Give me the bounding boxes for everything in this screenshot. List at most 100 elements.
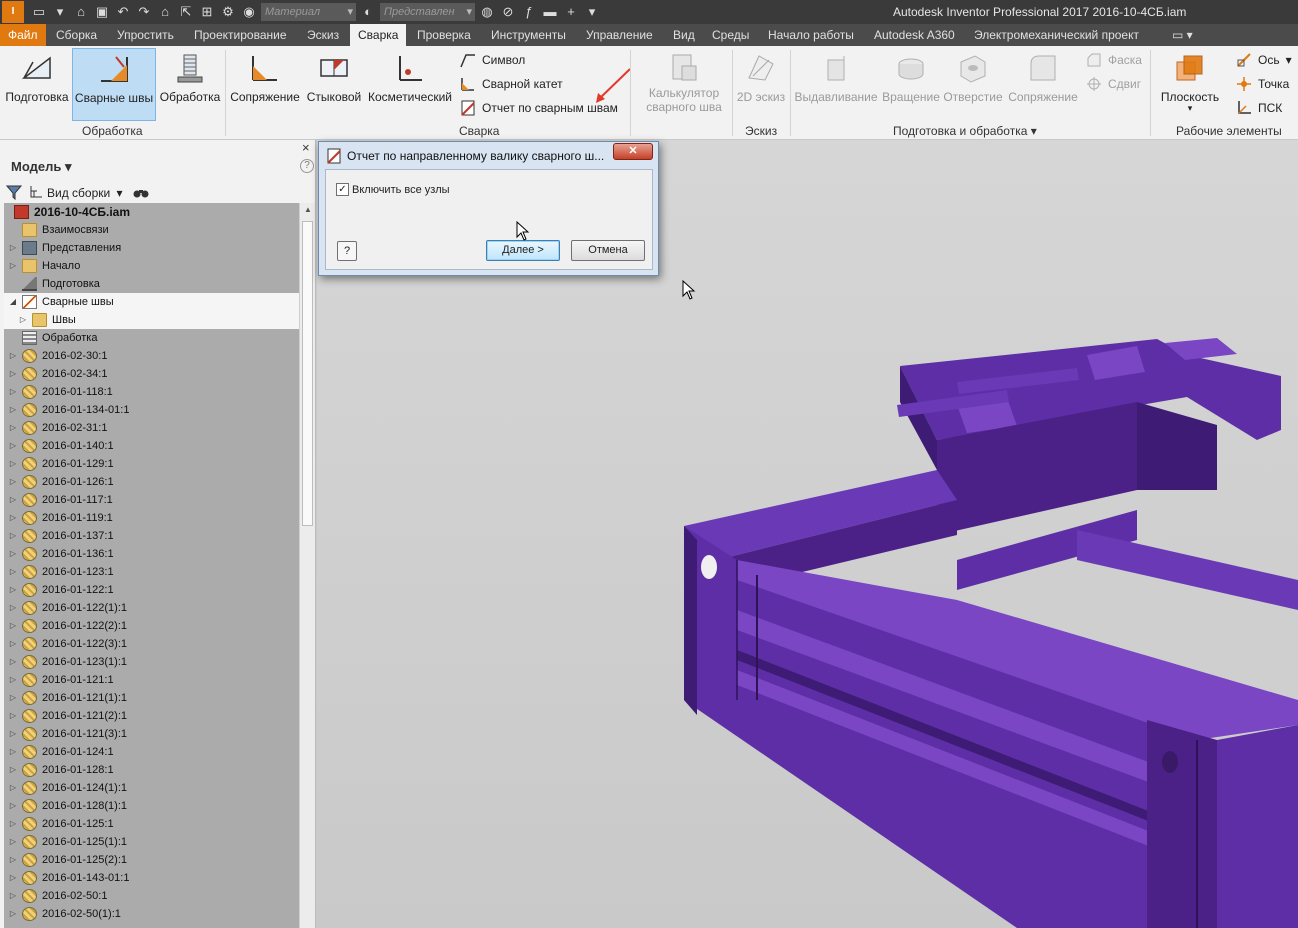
expand-icon[interactable]: ▷ xyxy=(8,869,18,887)
undo-icon[interactable]: ↶ xyxy=(114,3,132,21)
expand-icon[interactable]: ▷ xyxy=(8,509,18,527)
expand-icon[interactable]: ▷ xyxy=(8,365,18,383)
plus-icon[interactable]: + xyxy=(562,3,580,21)
weld-bead-button[interactable]: Сварной катет xyxy=(460,76,563,92)
chevron-down-icon[interactable]: ▾ xyxy=(1031,124,1037,138)
tree-node[interactable]: ▷ 2016-01-125(1):1 xyxy=(4,833,299,851)
scroll-up-icon[interactable]: ▲ xyxy=(300,205,316,214)
expand-icon[interactable]: ▷ xyxy=(8,545,18,563)
expand-icon[interactable]: ▷ xyxy=(8,815,18,833)
tab-electromechanical[interactable]: Электромеханический проект xyxy=(966,24,1147,46)
tab-manage[interactable]: Управление xyxy=(578,24,661,46)
tree-node[interactable]: ▷ 2016-01-123(1):1 xyxy=(4,653,299,671)
tab-weld[interactable]: Сварка xyxy=(350,24,407,46)
scrollbar-thumb[interactable] xyxy=(302,221,313,526)
panel-toggle-icon[interactable]: ▭ ▾ xyxy=(1164,24,1201,46)
select-icon[interactable]: ⇱ xyxy=(177,3,195,21)
cosmetic-weld-button[interactable]: Косметический xyxy=(366,48,454,120)
expand-icon[interactable]: ▷ xyxy=(8,635,18,653)
tab-inspect[interactable]: Проверка xyxy=(409,24,479,46)
tree-node[interactable]: ▷ 2016-02-34:1 xyxy=(4,365,299,383)
expand-icon[interactable]: ▷ xyxy=(8,383,18,401)
dialog-help-button[interactable]: ? xyxy=(337,241,357,261)
tab-environments[interactable]: Среды xyxy=(704,24,757,46)
tab-file[interactable]: Файл xyxy=(0,24,46,46)
tree-node[interactable]: ▷ 2016-01-129:1 xyxy=(4,455,299,473)
dropdown-icon[interactable]: ▾ xyxy=(51,3,69,21)
cancel-button[interactable]: Отмена xyxy=(571,240,645,261)
tab-simplify[interactable]: Упростить xyxy=(109,24,182,46)
tree-node[interactable]: ▷ 2016-01-121:1 xyxy=(4,671,299,689)
more-icon[interactable]: ▾ xyxy=(583,3,601,21)
revolve-button[interactable]: Вращение xyxy=(880,48,942,120)
extrude-button[interactable]: Выдавливание xyxy=(794,48,878,120)
inventor-logo-icon[interactable]: I xyxy=(2,1,24,23)
tree-node[interactable]: ▷ 2016-01-136:1 xyxy=(4,545,299,563)
tab-design[interactable]: Проектирование xyxy=(186,24,295,46)
measure-icon[interactable]: ⊞ xyxy=(198,3,216,21)
chamfer-button[interactable]: Фаска xyxy=(1086,52,1142,68)
hole-button[interactable]: Отверстие xyxy=(943,48,1003,120)
expand-icon[interactable]: ▷ xyxy=(8,707,18,725)
weld-symbol-button[interactable]: Символ xyxy=(460,52,525,68)
tree-node[interactable]: 2016-10-4СБ.iam xyxy=(4,203,299,221)
tree-node[interactable]: ▷ 2016-01-119:1 xyxy=(4,509,299,527)
expand-icon[interactable]: ▷ xyxy=(8,239,18,257)
expand-icon[interactable]: ▷ xyxy=(8,527,18,545)
work-plane-button[interactable]: Плоскость ▾ xyxy=(1156,48,1224,122)
tree-node[interactable]: ▷ 2016-02-50(1):1 xyxy=(4,905,299,923)
tree-node[interactable]: ▷ 2016-01-122(3):1 xyxy=(4,635,299,653)
redo-icon[interactable]: ↷ xyxy=(135,3,153,21)
expand-icon[interactable]: ▷ xyxy=(8,617,18,635)
update-icon[interactable]: ⚙ xyxy=(219,3,237,21)
filter-icon[interactable] xyxy=(5,184,23,203)
expand-icon[interactable]: ▷ xyxy=(8,761,18,779)
machining-button[interactable]: Обработка xyxy=(158,48,222,120)
next-button[interactable]: Далее > xyxy=(486,240,560,261)
weld-calculator-button[interactable]: Калькулятор сварного шва xyxy=(640,48,728,122)
expand-icon[interactable]: ▷ xyxy=(8,455,18,473)
sketch-2d-button[interactable]: 2D эскиз xyxy=(736,48,786,120)
open-icon[interactable]: ⌂ xyxy=(72,3,90,21)
expand-icon[interactable]: ▷ xyxy=(8,491,18,509)
fx-icon[interactable]: ƒ xyxy=(520,3,538,21)
tree-node[interactable]: ▷ 2016-01-126:1 xyxy=(4,473,299,491)
chevron-down-icon[interactable]: ▾ xyxy=(1286,53,1292,67)
new-icon[interactable]: ▭ xyxy=(30,3,48,21)
appearance-combo[interactable]: Представлен xyxy=(380,3,475,21)
color-wheel-icon[interactable]: ◐ xyxy=(359,3,377,21)
help-icon[interactable]: ? xyxy=(300,159,314,173)
save-icon[interactable]: ▣ xyxy=(93,3,111,21)
expand-icon[interactable]: ▷ xyxy=(8,725,18,743)
expand-icon[interactable]: ▷ xyxy=(8,401,18,419)
expand-icon[interactable]: ▷ xyxy=(8,563,18,581)
appearance-icon[interactable]: ◉ xyxy=(240,3,258,21)
groove-weld-button[interactable]: Стыковой xyxy=(304,48,364,120)
expand-icon[interactable]: ▷ xyxy=(8,257,18,275)
tree-node[interactable]: ▷ 2016-01-121(1):1 xyxy=(4,689,299,707)
tree-node[interactable]: Взаимосвязи xyxy=(4,221,299,239)
tree-node[interactable]: ▷ 2016-01-124:1 xyxy=(4,743,299,761)
tree-node[interactable]: ▷ 2016-01-122(1):1 xyxy=(4,599,299,617)
tree-node[interactable]: Подготовка xyxy=(4,275,299,293)
expand-icon[interactable]: ▷ xyxy=(8,779,18,797)
preparation-button[interactable]: Подготовка xyxy=(4,48,70,120)
tab-view[interactable]: Вид xyxy=(665,24,703,46)
tree-node[interactable]: ▷ 2016-01-117:1 xyxy=(4,491,299,509)
expand-icon[interactable]: ▷ xyxy=(8,653,18,671)
tree-node[interactable]: ▷ 2016-01-128(1):1 xyxy=(4,797,299,815)
welds-button[interactable]: Сварные швы xyxy=(72,48,156,121)
ucs-button[interactable]: ПСК xyxy=(1236,100,1282,116)
collapse-icon[interactable]: ◢ xyxy=(8,293,18,311)
tree-node[interactable]: ▷ Швы xyxy=(4,311,299,329)
tree-node[interactable]: ▷ 2016-01-125:1 xyxy=(4,815,299,833)
checkbox-box[interactable]: ✓ xyxy=(336,183,349,196)
expand-icon[interactable]: ▷ xyxy=(8,599,18,617)
tree-node[interactable]: ▷ 2016-01-118:1 xyxy=(4,383,299,401)
tree-node[interactable]: ▷ 2016-01-140:1 xyxy=(4,437,299,455)
tab-tools[interactable]: Инструменты xyxy=(483,24,574,46)
tree-node[interactable]: ▷ 2016-01-122(2):1 xyxy=(4,617,299,635)
tree-node[interactable]: ▷ 2016-02-30:1 xyxy=(4,347,299,365)
expand-icon[interactable]: ▷ xyxy=(8,689,18,707)
tree-node[interactable]: ▷ 2016-02-31:1 xyxy=(4,419,299,437)
